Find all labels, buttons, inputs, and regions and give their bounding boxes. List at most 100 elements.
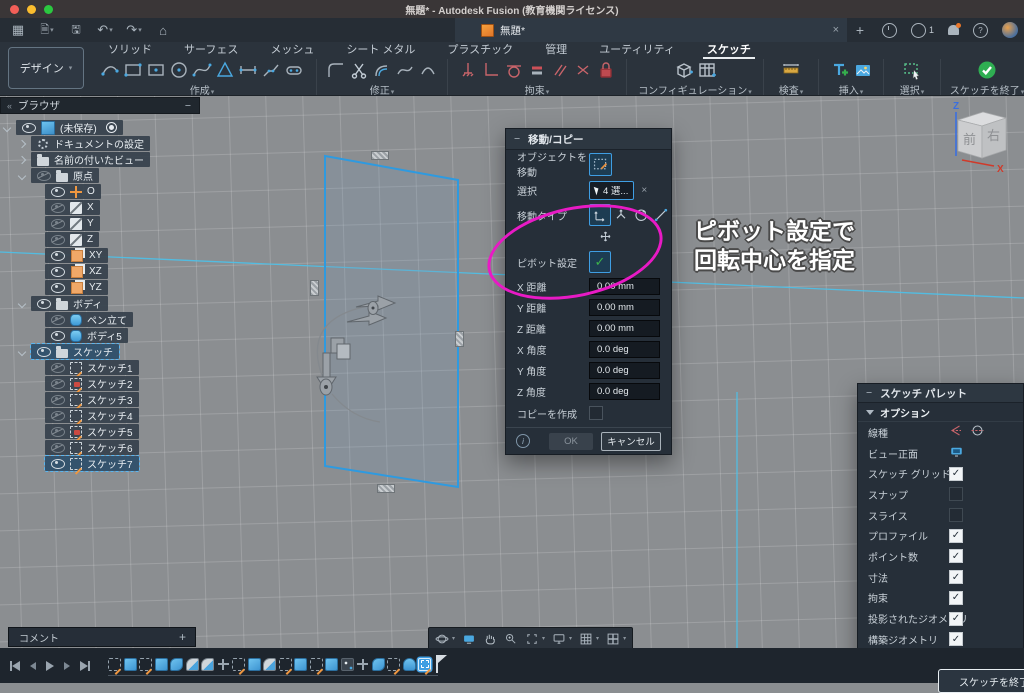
timeline-feature-move[interactable]	[356, 658, 369, 671]
free-move-icon[interactable]	[595, 226, 615, 246]
tree-item-スケッチ5[interactable]: スケッチ5	[45, 424, 139, 439]
cancel-button[interactable]: キャンセル	[601, 432, 661, 451]
visibility-icon[interactable]	[51, 251, 65, 261]
viewports-icon[interactable]: ▾	[606, 632, 626, 646]
help-icon[interactable]: ?	[973, 23, 988, 38]
visibility-off-icon[interactable]	[51, 235, 65, 245]
tree-row[interactable]: ボディ5	[45, 328, 128, 343]
tree-row[interactable]: YZ	[45, 280, 108, 295]
pan-icon[interactable]	[483, 632, 497, 646]
tree-item-YZ[interactable]: YZ	[45, 280, 108, 295]
sketch-profile[interactable]	[325, 156, 458, 487]
timeline-feature-pattern[interactable]	[341, 658, 354, 671]
tree-item-Y[interactable]: Y	[45, 216, 100, 231]
timeline-feature-join[interactable]	[372, 658, 385, 671]
tree-row[interactable]: XZ	[45, 264, 108, 279]
point-move-icon[interactable]	[611, 205, 631, 225]
palette-checkbox[interactable]	[949, 487, 963, 501]
look-at-front-icon[interactable]	[949, 444, 964, 462]
edge-grip-right[interactable]	[455, 331, 464, 347]
visibility-icon[interactable]	[51, 267, 65, 277]
line-icon[interactable]	[99, 59, 121, 81]
parallel-icon[interactable]	[549, 59, 571, 81]
tree-item-スケッチ[interactable]: スケッチ	[31, 344, 119, 359]
arc-icon[interactable]	[417, 59, 439, 81]
chevron-collapsed-icon[interactable]	[18, 155, 26, 163]
palette-checkbox[interactable]: ✓	[949, 529, 963, 543]
palette-checkbox[interactable]: ✓	[949, 570, 963, 584]
workspace-selector[interactable]: デザイン ▾	[8, 47, 84, 89]
plane-move-handle-2[interactable]	[337, 344, 350, 359]
timeline-feature-sketch[interactable]	[139, 658, 152, 671]
tree-row[interactable]: スケッチ4	[45, 408, 139, 423]
ribbon-tab-3[interactable]: シート メタル	[330, 42, 431, 59]
chevron-collapsed-icon[interactable]	[18, 139, 26, 147]
collapse-panel-icon[interactable]: «	[7, 101, 12, 111]
tree-item-ボディ[interactable]: ボディ	[31, 296, 108, 311]
tree-item-(未保存)[interactable]: (未保存)	[16, 120, 123, 135]
palette-collapse-icon[interactable]: −	[866, 387, 872, 399]
fit-icon[interactable]: ▾	[525, 632, 545, 646]
timeline-feature-sketch[interactable]	[418, 658, 431, 671]
dialog-value-input[interactable]: 0.0 deg	[589, 362, 660, 379]
move-object-button[interactable]	[589, 153, 612, 176]
offset-icon[interactable]	[371, 59, 393, 81]
add-comment-icon[interactable]: +	[179, 630, 186, 644]
finish-sketch-icon[interactable]	[976, 59, 998, 81]
tangent-icon[interactable]	[503, 59, 525, 81]
dialog-value-input[interactable]: 0.00 mm	[589, 278, 660, 295]
dialog-value-input[interactable]: 0.00 mm	[589, 320, 660, 337]
centerline-icon[interactable]	[949, 423, 964, 441]
palette-checkbox[interactable]: ✓	[949, 591, 963, 605]
dialog-value-input[interactable]: 0.0 deg	[589, 383, 660, 400]
timeline-feature-fillet[interactable]	[186, 658, 199, 671]
tree-row[interactable]: スケッチ7	[45, 456, 139, 471]
ribbon-tab-2[interactable]: メッシュ	[254, 42, 330, 59]
step-back-button[interactable]	[30, 662, 36, 670]
maximize-window-button[interactable]	[44, 5, 53, 14]
timeline-feature-extrude[interactable]	[155, 658, 168, 671]
tree-row[interactable]: スケッチ	[19, 344, 119, 359]
timeline-feature-sketch[interactable]	[279, 658, 292, 671]
tree-row[interactable]: O	[45, 184, 101, 199]
visibility-icon[interactable]	[37, 299, 51, 309]
palette-checkbox[interactable]: ✓	[949, 612, 963, 626]
create-copy-checkbox[interactable]	[589, 406, 603, 420]
visibility-off-icon[interactable]	[51, 363, 65, 373]
timeline-feature-extrude[interactable]	[124, 658, 137, 671]
palette-checkbox[interactable]: ✓	[949, 467, 963, 481]
clock-icon[interactable]	[882, 23, 897, 38]
insert-image-icon[interactable]	[852, 59, 874, 81]
timeline-position-marker[interactable]	[436, 655, 438, 673]
display-settings-icon[interactable]: ▾	[552, 632, 572, 646]
tab-close-icon[interactable]: ×	[833, 24, 839, 36]
tree-item-スケッチ2[interactable]: スケッチ2	[45, 376, 139, 391]
tree-row[interactable]: 名前の付いたビュー	[19, 152, 150, 167]
edge-grip-top[interactable]	[371, 151, 389, 160]
pivot-set-checkbox[interactable]: ✓	[589, 251, 611, 273]
minimize-panel-icon[interactable]: −	[185, 100, 191, 112]
tree-row[interactable]: 原点	[19, 168, 99, 183]
redo-icon[interactable]: ↷▾	[126, 22, 142, 38]
tree-item-スケッチ1[interactable]: スケッチ1	[45, 360, 139, 375]
step-forward-button[interactable]	[64, 662, 70, 670]
palette-checkbox[interactable]: ✓	[949, 549, 963, 563]
equal-icon[interactable]	[526, 59, 548, 81]
dialog-header[interactable]: − 移動/コピー	[506, 129, 671, 150]
timeline-feature-move[interactable]	[217, 658, 230, 671]
ribbon-tab-4[interactable]: プラスチック	[431, 42, 529, 59]
tree-row[interactable]: Y	[45, 216, 100, 231]
tree-item-ドキュメントの設定[interactable]: ドキュメントの設定	[31, 136, 150, 151]
insert-text-icon[interactable]	[829, 59, 851, 81]
save-icon[interactable]: 🖫	[68, 22, 84, 38]
dialog-value-input[interactable]: 0.0 deg	[589, 341, 660, 358]
visibility-icon[interactable]	[37, 347, 51, 357]
timeline-feature-extrude[interactable]	[248, 658, 261, 671]
edge-grip-bottom[interactable]	[377, 484, 395, 493]
clear-selection-icon[interactable]: ×	[641, 185, 647, 196]
ribbon-group-label[interactable]: 作成▾	[190, 82, 215, 97]
symmetry-icon[interactable]	[572, 59, 594, 81]
visibility-icon[interactable]	[51, 187, 65, 197]
timeline-feature-sketch[interactable]	[232, 658, 245, 671]
tree-item-O[interactable]: O	[45, 184, 101, 199]
